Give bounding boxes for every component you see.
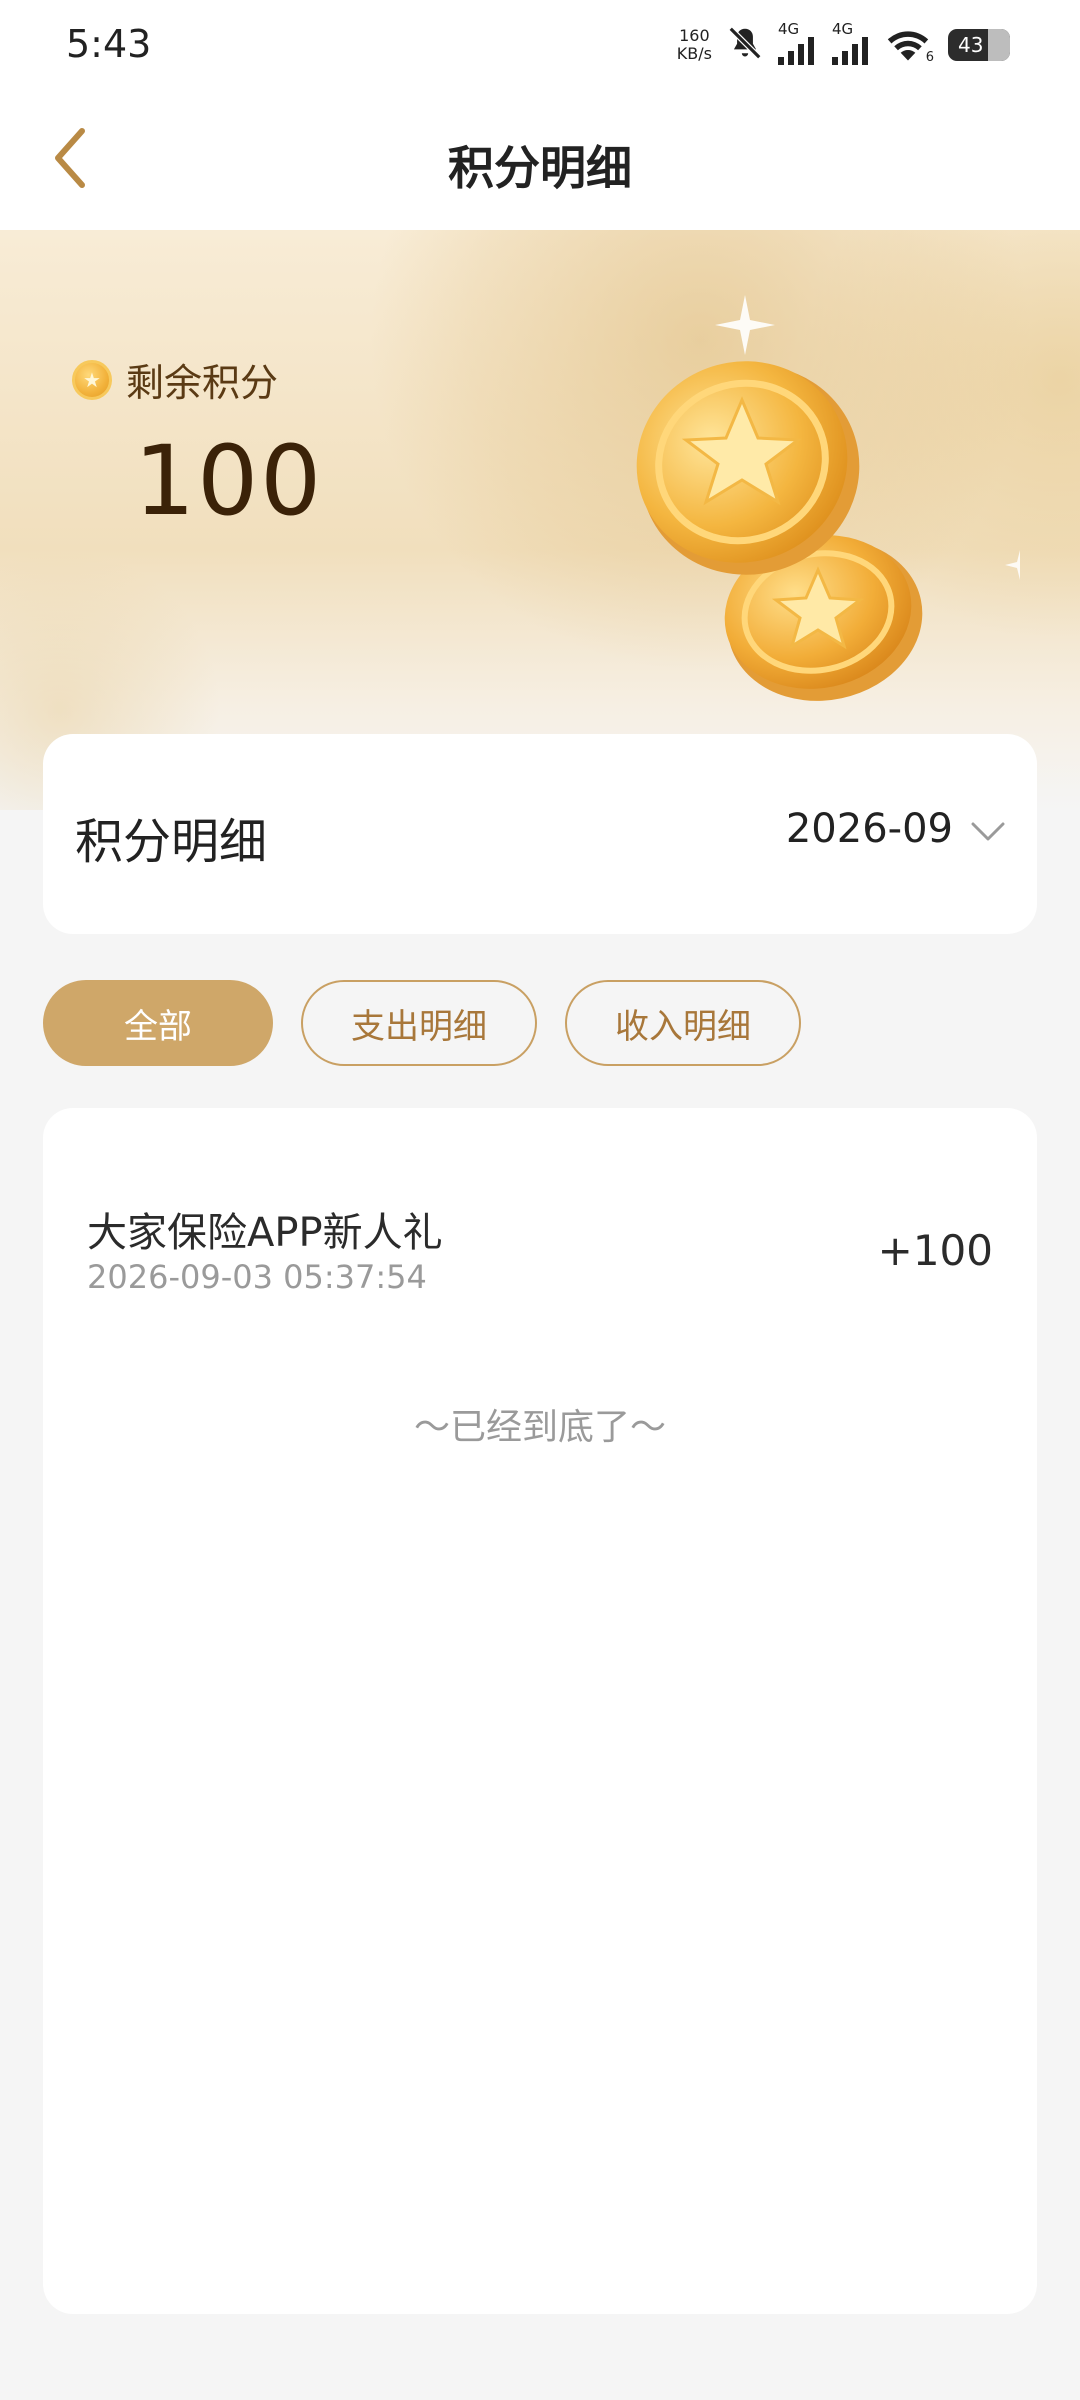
list-item[interactable]: 大家保险APP新人礼 2026-09-03 05:37:54 +100 — [43, 1108, 1037, 1308]
gold-coins-illustration — [636, 295, 1020, 701]
network-speed-value: 160 — [679, 26, 710, 45]
month-picker[interactable]: 2026-09 — [786, 806, 1005, 852]
wifi-icon: 6 — [886, 27, 934, 65]
record-amount: +100 — [877, 1226, 993, 1275]
battery-level: 43 — [958, 33, 984, 57]
status-icons: 160 KB/s 4G 4G 6 43 — [677, 20, 1010, 70]
records-list: 大家保险APP新人礼 2026-09-03 05:37:54 +100 ～已经到… — [43, 1108, 1037, 2314]
signal-icon — [832, 36, 872, 69]
signal-2-label: 4G — [832, 19, 854, 38]
record-time: 2026-09-03 05:37:54 — [87, 1258, 427, 1296]
status-bar: 5:43 160 KB/s 4G 4G 6 43 — [0, 0, 1080, 90]
bell-off-icon — [726, 24, 764, 66]
remaining-points-label: 剩余积分 — [126, 361, 279, 405]
network-speed: 160 KB/s — [677, 27, 712, 63]
points-banner: ★ 剩余积分 100 — [0, 230, 1080, 810]
filter-expense-chip[interactable]: 支出明细 — [301, 980, 537, 1066]
filter-all-chip[interactable]: 全部 — [43, 980, 273, 1066]
signal-1-label: 4G — [778, 19, 800, 38]
remaining-points-value: 100 — [134, 425, 324, 537]
month-value: 2026-09 — [785, 806, 953, 852]
summary-card: 积分明细 2026-09 — [43, 734, 1037, 934]
coin-icon: ★ — [72, 359, 112, 400]
coin-star: ★ — [83, 367, 101, 392]
signal-1: 4G — [778, 19, 818, 69]
end-of-list-tip: ～已经到底了～ — [413, 1407, 666, 1448]
wifi-badge: 6 — [925, 50, 934, 65]
battery-icon: 43 — [948, 29, 1010, 61]
page-title: 积分明细 — [448, 141, 632, 195]
status-time: 5:43 — [66, 22, 152, 66]
nav-bar: 积分明细 — [0, 90, 1080, 230]
signal-2: 4G — [832, 19, 872, 69]
record-title: 大家保险APP新人礼 — [87, 1210, 443, 1256]
network-speed-unit: KB/s — [676, 44, 712, 63]
filter-chips: 全部 支出明细 收入明细 — [43, 980, 801, 1066]
signal-icon — [778, 36, 818, 69]
chevron-down-icon — [971, 806, 1005, 852]
summary-title: 积分明细 — [75, 814, 268, 870]
remaining-points-label-row: ★ 剩余积分 — [72, 352, 278, 407]
filter-income-chip[interactable]: 收入明细 — [565, 980, 801, 1066]
